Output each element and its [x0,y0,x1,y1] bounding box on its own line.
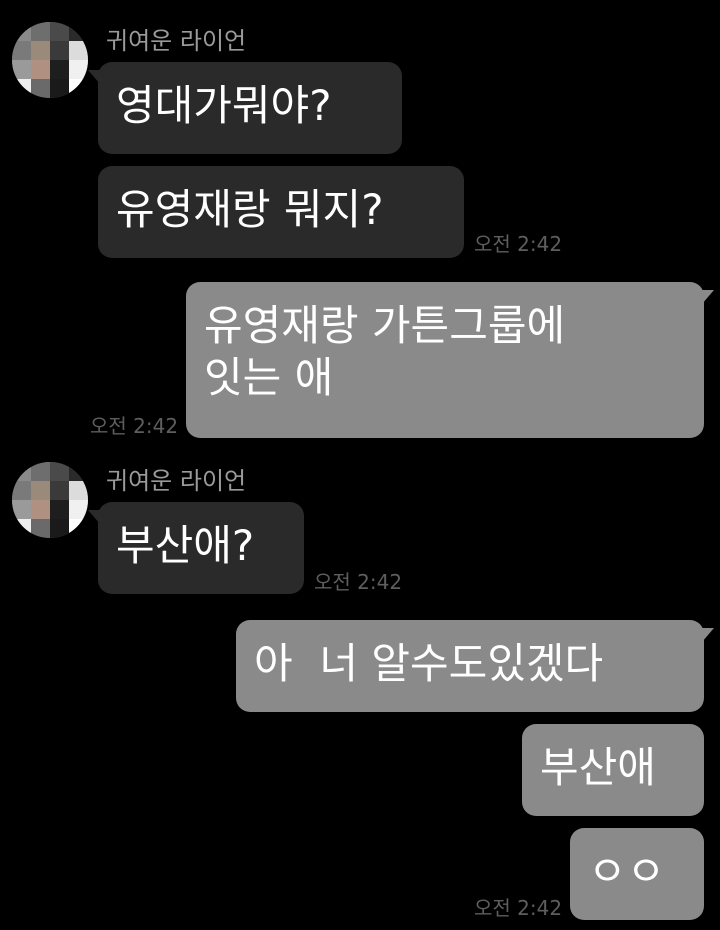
message-bubble-incoming[interactable]: 부산애? [88,502,304,594]
sender-name: 귀여운 라이언 [106,27,247,55]
message-timestamp: 오전 2:42 [314,570,403,594]
sender-name: 귀여운 라이언 [106,467,247,495]
message-bubble-outgoing[interactable]: 아 너 알수도있겠다 [236,620,714,712]
message-bubble-incoming[interactable]: 영대가뭐야? [88,62,402,154]
message-bubble-outgoing[interactable]: 유영재랑 가튼그룹에 잇는 애 [186,282,714,438]
message-timestamp: 오전 2:42 [90,414,179,438]
sender-avatar-icon[interactable] [12,462,88,538]
message-timestamp: 오전 2:42 [474,896,563,920]
sender-avatar-icon[interactable] [12,22,88,98]
message-bubble-outgoing[interactable]: ㅇㅇ [570,828,704,920]
message-timestamp: 오전 2:42 [474,232,563,256]
message-bubble-incoming[interactable]: 유영재랑 뭐지? [98,166,464,258]
message-bubble-outgoing[interactable]: 부산애 [522,724,704,816]
